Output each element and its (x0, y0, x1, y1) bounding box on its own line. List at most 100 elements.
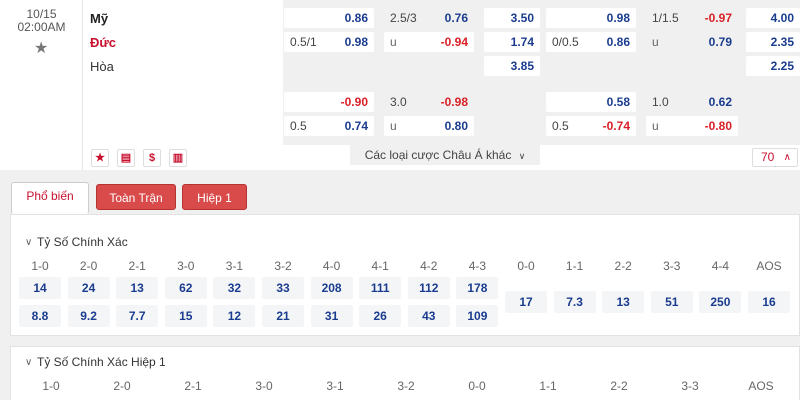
h1-ou-under-label-2: u (652, 119, 659, 133)
team-home: Mỹ (90, 11, 109, 26)
h1-ou-line-1: 1/1.5 (652, 11, 679, 25)
x12-home-odds[interactable]: 3.50 (484, 8, 540, 28)
score-odds-home[interactable]: 178 (456, 277, 499, 299)
h1-ah-home-odds-2[interactable]: 0.58 (546, 92, 636, 112)
h1-ou-under-label-1: u (652, 35, 659, 49)
score-odds-away[interactable]: 43 (407, 305, 450, 327)
score-label: 3-1 (225, 259, 244, 273)
score-odds-home[interactable]: 13 (116, 277, 159, 299)
more-asian-bets-toggle[interactable]: Các loại cược Châu Á khác ∨ (350, 145, 540, 165)
match-date: 10/15 02:00AM (0, 8, 83, 34)
score-label: 4-0 (322, 259, 341, 273)
h1-x12-draw-odds[interactable]: 2.25 (746, 56, 800, 76)
score-label: 3-2 (274, 259, 292, 273)
score-odds-away[interactable]: 8.8 (19, 305, 61, 327)
betting-page: 10/15 02:00AM ★ Mỹ Đức Hòa 0.86 2.5/3 0.… (0, 0, 800, 400)
ou-under-label-1: u (390, 35, 397, 49)
score-label: 3-1 (326, 379, 344, 393)
score-label: 1-1 (539, 379, 557, 393)
exact-score-half-title: Tỷ Số Chính Xác Hiệp 1 (37, 355, 166, 369)
score-odds-away[interactable]: 7.7 (116, 305, 159, 327)
score-odds-away[interactable]: 9.2 (67, 305, 110, 327)
exact-score-title: Tỷ Số Chính Xác (37, 235, 128, 249)
more-markets-button[interactable]: 70 ∧ (752, 148, 798, 167)
more-markets-count: 70 (761, 150, 775, 164)
dollar-icon[interactable]: $ (143, 149, 161, 167)
ticket-icon[interactable]: ▤ (117, 149, 135, 167)
score-label: 0-0 (468, 379, 486, 393)
h1-x12-away-odds[interactable]: 2.35 (746, 32, 800, 52)
score-label: 4-1 (371, 259, 389, 273)
score-label: 1-0 (31, 259, 49, 273)
ou-over-odds-2[interactable]: -0.98 (384, 92, 474, 112)
h1-ou-under-odds-1[interactable]: 0.79 (646, 32, 738, 52)
exact-score-panel: ∨ Tỷ Số Chính Xác 1-0 2-0 2-1 3-0 3-1 3-2 4-0 4… (10, 214, 800, 336)
h1-ou-under-odds-2[interactable]: -0.80 (646, 116, 738, 136)
h1-ah-line-1: 0/0.5 (552, 35, 579, 49)
tab-toan-tran[interactable]: Toàn Trận (96, 184, 176, 210)
score-odds-away[interactable]: 26 (359, 305, 402, 327)
score-odds-draw[interactable]: 17 (505, 291, 547, 313)
tab-pho-bien[interactable]: Phổ biến (11, 182, 89, 214)
score-label: AOS (756, 259, 782, 273)
chevron-down-icon: ∨ (25, 237, 33, 248)
ah-home-odds-2[interactable]: -0.90 (284, 92, 374, 112)
favorite-star-icon[interactable]: ★ (34, 38, 48, 58)
score-odds-home[interactable]: 112 (407, 277, 450, 299)
ou-under-odds-1[interactable]: -0.94 (384, 32, 474, 52)
score-label: 0-0 (517, 259, 535, 273)
h1-ah-home-odds-1[interactable]: 0.98 (546, 8, 636, 28)
x12-away-odds[interactable]: 1.74 (484, 32, 540, 52)
score-odds-draw[interactable]: 51 (650, 291, 693, 313)
score-label: 1-1 (565, 259, 584, 273)
score-odds-home[interactable]: 62 (164, 277, 207, 299)
score-label: AOS (748, 379, 774, 393)
score-label: 3-0 (255, 379, 273, 393)
h1-ou-line-2: 1.0 (652, 95, 669, 109)
more-asian-label: Các loại cược Châu Á khác (364, 148, 512, 162)
score-label: 2-0 (79, 259, 98, 273)
score-label: 3-2 (397, 379, 415, 393)
score-odds-home[interactable]: 32 (213, 277, 256, 299)
team-away: Đức (90, 35, 117, 50)
score-odds-away[interactable]: 21 (262, 305, 304, 327)
x12-draw-odds[interactable]: 3.85 (484, 56, 540, 76)
score-odds-home[interactable]: 111 (359, 277, 402, 299)
score-label: 2-0 (113, 379, 131, 393)
score-label: 3-0 (177, 259, 195, 273)
score-label: 4-3 (468, 259, 487, 273)
score-label: 2-1 (184, 379, 202, 393)
match-time: 02:00AM (17, 20, 66, 34)
score-odds-home[interactable]: 33 (262, 277, 304, 299)
score-odds-home[interactable]: 14 (19, 277, 61, 299)
ou-under-label-2: u (390, 119, 397, 133)
h1-x12-home-odds[interactable]: 4.00 (746, 8, 800, 28)
draw-label: Hòa (90, 59, 114, 74)
ah-line-2: 0.5 (290, 119, 307, 133)
score-odds-away[interactable]: 12 (213, 305, 256, 327)
h1-ah-line-2: 0.5 (552, 119, 569, 133)
score-odds-away[interactable]: 31 (310, 305, 353, 327)
ou-over-odds-1[interactable]: 0.76 (384, 8, 474, 28)
score-odds-away[interactable]: 109 (456, 305, 499, 327)
score-odds-draw[interactable]: 250 (699, 291, 742, 313)
tab-hiep-1[interactable]: Hiệp 1 (182, 184, 247, 210)
stats-chart-icon[interactable]: ▥ (169, 149, 187, 167)
score-label: 2-2 (614, 259, 632, 273)
chevron-down-icon: ∨ (518, 151, 526, 161)
score-label: 2-1 (128, 259, 146, 273)
score-odds-draw[interactable]: 7.3 (553, 291, 596, 313)
exact-score-half-panel: ∨ Tỷ Số Chính Xác Hiệp 1 1-0 2-0 2-1 3-0 3-1… (10, 346, 800, 400)
star-icon[interactable]: ★ (91, 149, 109, 167)
ah-line-1: 0.5/1 (290, 35, 317, 49)
score-label: 3-3 (681, 379, 699, 393)
ah-home-odds-1[interactable]: 0.86 (284, 8, 374, 28)
ou-under-odds-2[interactable]: 0.80 (384, 116, 474, 136)
score-label: 4-4 (711, 259, 730, 273)
score-odds-draw[interactable]: 16 (748, 291, 790, 313)
score-label: 4-2 (420, 259, 438, 273)
score-odds-draw[interactable]: 13 (602, 291, 645, 313)
score-odds-home[interactable]: 208 (310, 277, 353, 299)
score-odds-home[interactable]: 24 (67, 277, 110, 299)
score-odds-away[interactable]: 15 (164, 305, 207, 327)
